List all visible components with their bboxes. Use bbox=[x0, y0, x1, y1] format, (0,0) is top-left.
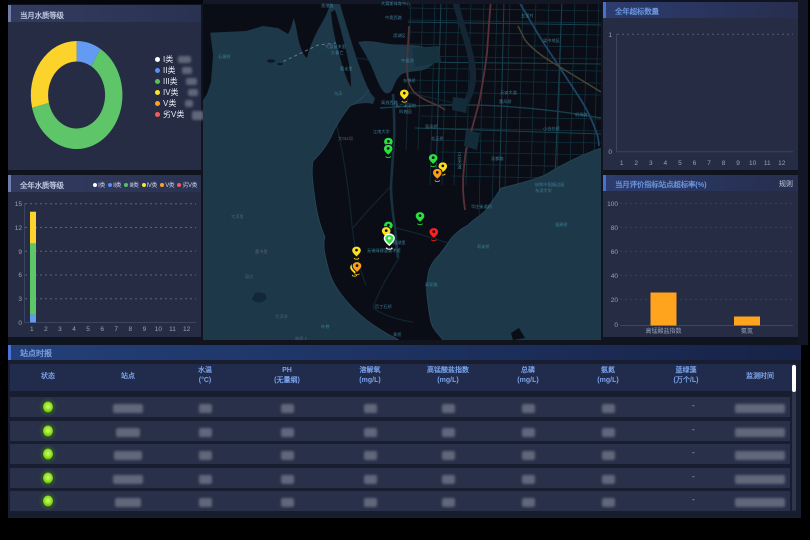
svg-text:3: 3 bbox=[18, 296, 22, 303]
svg-text:4: 4 bbox=[72, 326, 76, 333]
svg-text:12: 12 bbox=[15, 225, 23, 232]
svg-text:5: 5 bbox=[678, 160, 682, 167]
svg-text:12: 12 bbox=[778, 160, 786, 167]
svg-text:3: 3 bbox=[649, 160, 653, 167]
svg-text:0: 0 bbox=[608, 149, 612, 156]
svg-text:1: 1 bbox=[30, 326, 34, 333]
svg-text:3: 3 bbox=[58, 326, 62, 333]
svg-text:12: 12 bbox=[183, 326, 191, 333]
svg-text:1: 1 bbox=[620, 160, 624, 167]
svg-text:2: 2 bbox=[634, 160, 638, 167]
svg-text:11: 11 bbox=[169, 326, 176, 333]
svg-text:5: 5 bbox=[86, 326, 90, 333]
svg-text:8: 8 bbox=[128, 326, 132, 333]
svg-text:6: 6 bbox=[693, 160, 697, 167]
svg-text:10: 10 bbox=[749, 160, 757, 167]
svg-text:15: 15 bbox=[15, 201, 23, 208]
svg-text:2: 2 bbox=[44, 326, 48, 333]
svg-text:11: 11 bbox=[764, 160, 771, 167]
svg-text:20: 20 bbox=[611, 297, 619, 304]
svg-text:9: 9 bbox=[18, 249, 22, 256]
svg-text:7: 7 bbox=[114, 326, 118, 333]
svg-text:6: 6 bbox=[100, 326, 104, 333]
svg-text:4: 4 bbox=[663, 160, 667, 167]
svg-text:80: 80 bbox=[611, 225, 619, 232]
svg-text:10: 10 bbox=[155, 326, 163, 333]
svg-text:9: 9 bbox=[736, 160, 740, 167]
svg-text:40: 40 bbox=[611, 273, 619, 280]
svg-text:7: 7 bbox=[707, 160, 711, 167]
svg-text:9: 9 bbox=[143, 326, 147, 333]
svg-text:0: 0 bbox=[18, 320, 22, 327]
svg-text:8: 8 bbox=[722, 160, 726, 167]
svg-text:60: 60 bbox=[611, 249, 619, 256]
svg-text:6: 6 bbox=[18, 272, 22, 279]
svg-text:100: 100 bbox=[607, 201, 618, 208]
svg-text:0: 0 bbox=[614, 322, 618, 329]
svg-text:高锰酸盐指数: 高锰酸盐指数 bbox=[645, 327, 681, 335]
svg-text:氨氮: 氨氮 bbox=[741, 327, 753, 335]
svg-text:1: 1 bbox=[608, 32, 612, 39]
